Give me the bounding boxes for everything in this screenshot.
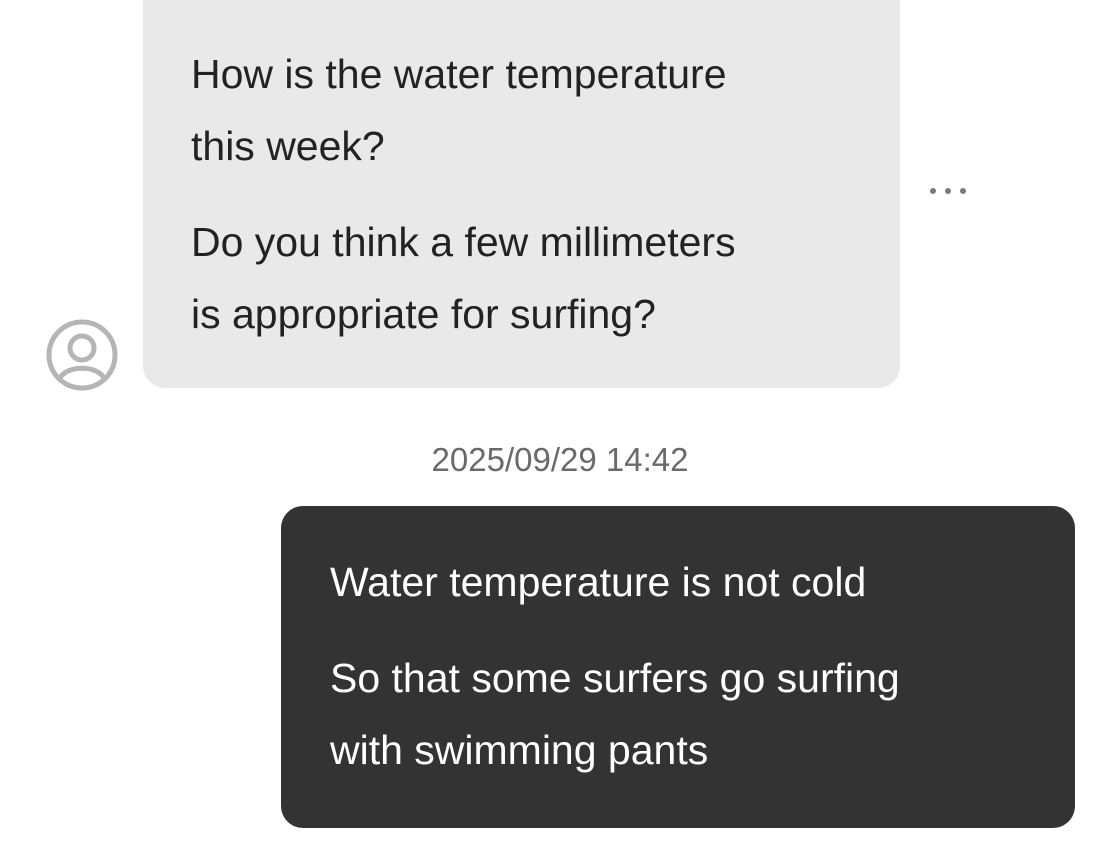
ellipsis-icon bbox=[930, 188, 936, 194]
user-circle-icon bbox=[46, 319, 118, 391]
ellipsis-icon-dot bbox=[960, 188, 966, 194]
incoming-line-3: Do you think a few millimeters bbox=[191, 219, 736, 265]
message-timestamp: 2025/09/29 14:42 bbox=[431, 441, 689, 478]
sender-avatar[interactable] bbox=[45, 318, 119, 392]
message-more-button[interactable] bbox=[912, 172, 984, 210]
outgoing-line-2: So that some surfers go surfing bbox=[330, 655, 900, 701]
incoming-line-4: is appropriate for surfing? bbox=[191, 291, 656, 337]
incoming-message-paragraph-1: How is the water temperature this week? bbox=[191, 38, 881, 182]
outgoing-message-paragraph-2: So that some surfers go surfing with swi… bbox=[330, 642, 1060, 786]
outgoing-message-paragraph-1: Water temperature is not cold bbox=[330, 546, 1060, 618]
ellipsis-icon-dot bbox=[945, 188, 951, 194]
outgoing-line-3: with swimming pants bbox=[330, 727, 709, 773]
incoming-line-1: How is the water temperature bbox=[191, 51, 727, 97]
incoming-line-2: this week? bbox=[191, 123, 385, 169]
outgoing-line-1: Water temperature is not cold bbox=[330, 559, 867, 605]
incoming-message-paragraph-2: Do you think a few millimeters is approp… bbox=[191, 206, 881, 350]
